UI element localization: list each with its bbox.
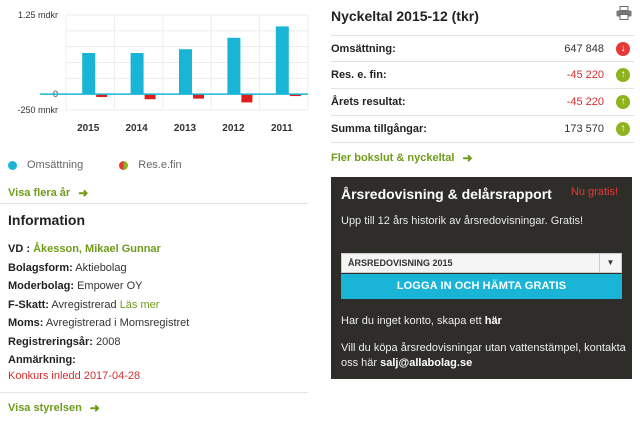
divider (0, 392, 308, 393)
vd-label: VD : (8, 243, 30, 255)
fler-bokslut-link[interactable]: Fler bokslut & nyckeltal ➜ (331, 151, 473, 165)
arrow-up-circle-icon: ↑ (616, 95, 630, 109)
nyckeltal-heading: Nyckeltal 2015-12 (tkr) (331, 8, 479, 24)
bar-omsattning (275, 26, 289, 95)
no-account-text: Har du inget konto, skapa ett här (341, 315, 502, 327)
divider (0, 203, 308, 204)
info-row-anmarkning-value: Konkurs inledd 2017-04-28 (8, 367, 308, 386)
visa-styrelsen-link[interactable]: Visa styrelsen ➜ (8, 401, 100, 415)
arrow-up-circle-icon: ↑ (616, 68, 630, 82)
vd-link[interactable]: Åkesson, Mikael Gunnar (33, 243, 161, 255)
bolagsform-label: Bolagsform: (8, 261, 73, 274)
visa-flera-ar-label: Visa flera år (8, 187, 71, 199)
nyckeltal-label: Årets resultat: (331, 96, 406, 108)
anmarkning-value: Konkurs inledd 2017-04-28 (8, 369, 141, 382)
box-title: Årsredovisning & delårsrapport (341, 186, 552, 202)
nyckeltal-value: 173 570 (564, 123, 604, 135)
buy-text: Vill du köpa årsredovisningar utan vatte… (341, 341, 626, 371)
legend-label-omsattning: Omsättning (27, 159, 84, 171)
legend-label-resefin: Res.e.fin (138, 159, 182, 171)
las-mer-link[interactable]: Läs mer (120, 299, 160, 311)
nyckeltal-label: Res. e. fin: (331, 69, 387, 81)
legend-marker-blue-icon (8, 160, 17, 170)
legend-marker-red-green-icon (119, 160, 129, 170)
registreringsar-value: 2008 (96, 335, 121, 348)
nyckeltal-value: -45 220 (566, 69, 604, 81)
bar-res-e-fin (241, 94, 253, 103)
information-list: VD : Åkesson, Mikael Gunnar Bolagsform: … (8, 240, 308, 385)
x-tick-label: 2011 (271, 123, 293, 134)
legend-item-resefin[interactable]: Res.e.fin (119, 159, 182, 171)
chevron-down-icon[interactable]: ▼ (599, 254, 621, 272)
y-tick-label: 1.25 mdkr (18, 10, 58, 20)
nyckeltal-row-res-e-fin: Res. e. fin: -45 220 ↑ (331, 62, 634, 89)
anmarkning-label: Anmärkning: (8, 354, 76, 366)
free-badge: Nu gratis! (570, 186, 618, 198)
y-tick-label: -250 mnkr (17, 105, 58, 115)
bar-omsattning (227, 37, 241, 95)
report-year-select-value: ÅRSREDOVISNING 2015 (348, 258, 453, 268)
sales-email-link[interactable]: salj@allabolag.se (380, 357, 472, 369)
registreringsar-label: Registreringsår: (8, 335, 93, 348)
printer-icon[interactable] (616, 6, 632, 20)
moderbolag-label: Moderbolag: (8, 280, 74, 292)
arrow-right-icon: ➜ (462, 151, 473, 165)
legend-item-omsattning[interactable]: Omsättning (8, 159, 83, 171)
x-tick-label: 2015 (77, 123, 100, 134)
info-row-registreringsar: Registreringsår: 2008 (8, 333, 308, 352)
fler-bokslut-label: Fler bokslut & nyckeltal (331, 152, 455, 164)
arrow-right-icon: ➜ (78, 186, 89, 200)
no-account-label: Har du inget konto, skapa ett (341, 315, 482, 327)
nyckeltal-label: Omsättning: (331, 43, 396, 55)
x-tick-label: 2012 (222, 123, 245, 134)
fskatt-value: Avregistrerad (51, 298, 117, 311)
bolagsform-value: Aktiebolag (75, 261, 127, 274)
moms-value: Avregistrerad i Momsregistret (45, 317, 190, 329)
report-year-select[interactable]: ÅRSREDOVISNING 2015 ▼ (341, 253, 622, 273)
bar-omsattning (179, 49, 192, 95)
fskatt-label: F-Skatt: (8, 298, 49, 311)
create-account-link[interactable]: här (485, 315, 502, 327)
info-row-moms: Moms: Avregistrerad i Momsregistret (8, 314, 308, 333)
chart-legend: Omsättning Res.e.fin (8, 159, 218, 171)
moms-label: Moms: (8, 317, 44, 329)
info-row-vd: VD : Åkesson, Mikael Gunnar (8, 240, 308, 259)
moderbolag-value: Empower OY (77, 280, 143, 292)
bar-res-e-fin (144, 94, 156, 100)
nyckeltal-label: Summa tillgångar: (331, 123, 427, 135)
arrow-up-circle-icon: ↑ (616, 122, 630, 136)
nyckeltal-row-arets-resultat: Årets resultat: -45 220 ↑ (331, 89, 634, 116)
x-tick-label: 2013 (174, 123, 197, 134)
info-row-bolagsform: Bolagsform: Aktiebolag (8, 259, 308, 278)
bar-omsattning (130, 53, 144, 95)
revenue-chart: 1.25 mdkr0-250 mnkr20152014201320122011 (17, 10, 309, 134)
arrow-right-icon: ➜ (89, 401, 100, 415)
info-row-fskatt: F-Skatt: Avregistrerad Läs mer (8, 296, 308, 315)
box-subtitle: Upp till 12 års historik av årsredovisni… (341, 215, 584, 227)
bar-omsattning (82, 53, 96, 95)
nyckeltal-row-summa-tillgangar: Summa tillgångar: 173 570 ↑ (331, 116, 634, 143)
visa-styrelsen-label: Visa styrelsen (8, 402, 82, 414)
nyckeltal-row-omsattning: Omsättning: 647 848 ↓ (331, 35, 634, 62)
visa-flera-ar-link[interactable]: Visa flera år ➜ (8, 186, 88, 200)
info-row-moderbolag: Moderbolag: Empower OY (8, 277, 308, 296)
login-download-button[interactable]: LOGGA IN OCH HÄMTA GRATIS (341, 274, 622, 299)
arrow-down-circle-icon: ↓ (616, 42, 630, 56)
nyckeltal-value: 647 848 (564, 43, 604, 55)
information-heading: Information (8, 212, 85, 228)
arsredovisning-box: Årsredovisning & delårsrapport Nu gratis… (331, 177, 632, 379)
nyckeltal-value: -45 220 (566, 96, 604, 108)
nyckeltal-table: Omsättning: 647 848 ↓ Res. e. fin: -45 2… (331, 35, 634, 143)
x-tick-label: 2014 (125, 123, 148, 134)
